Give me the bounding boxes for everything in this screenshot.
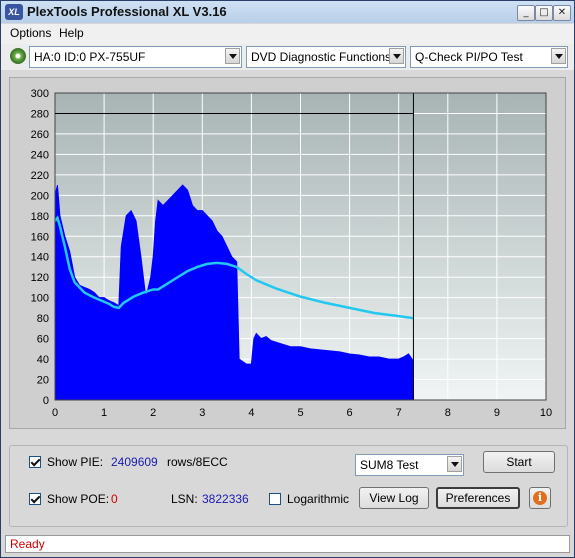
test-select[interactable]: Q-Check PI/PO Test <box>410 46 568 68</box>
x-tick-label: 0 <box>52 407 58 419</box>
info-icon: i <box>533 491 547 505</box>
y-tick-label: 140 <box>31 252 49 264</box>
x-tick-label: 5 <box>297 407 303 419</box>
options-panel: Show PIE: 2409609 rows/8ECC SUM8 Test St… <box>9 445 568 529</box>
y-tick-label: 100 <box>31 293 49 305</box>
y-tick-label: 0 <box>43 395 49 407</box>
y-tick-label: 20 <box>37 375 49 387</box>
y-tick-label: 60 <box>37 334 49 346</box>
preferences-button[interactable]: Preferences <box>436 487 520 509</box>
lsn-value: 3822336 <box>202 492 249 506</box>
status-text: Ready <box>10 537 45 551</box>
drive-select-value: HA:0 ID:0 PX-755UF <box>34 50 146 64</box>
show-pie-label[interactable]: Show PIE: <box>47 455 103 469</box>
logarithmic-checkbox[interactable] <box>269 493 281 505</box>
x-axis-labels: 0 1 2 3 4 5 6 7 8 9 10 <box>52 407 552 419</box>
function-select-value: DVD Diagnostic Functions <box>251 50 392 64</box>
start-button[interactable]: Start <box>483 451 555 473</box>
app-logo-icon: XL <box>5 4 23 20</box>
x-tick-label: 4 <box>248 407 254 419</box>
y-tick-label: 120 <box>31 272 49 284</box>
disc-drive-icon <box>10 48 26 64</box>
function-select[interactable]: DVD Diagnostic Functions <box>246 46 406 68</box>
sum-test-select[interactable]: SUM8 Test <box>355 454 464 476</box>
maximize-icon[interactable]: □ <box>535 5 553 21</box>
y-axis-labels: 0 20 40 60 80 100 120 140 160 180 200 220 240 260 280 3… <box>31 88 49 407</box>
chevron-down-icon[interactable] <box>551 48 566 64</box>
x-tick-label: 8 <box>445 407 451 419</box>
view-log-button[interactable]: View Log <box>359 487 429 509</box>
x-tick-label: 9 <box>494 407 500 419</box>
x-tick-label: 1 <box>101 407 107 419</box>
x-tick-label: 3 <box>199 407 205 419</box>
pie-unit: rows/8ECC <box>167 455 228 469</box>
y-tick-label: 80 <box>37 313 49 325</box>
chevron-down-icon[interactable] <box>447 456 462 472</box>
chevron-down-icon[interactable] <box>225 48 240 64</box>
y-tick-label: 260 <box>31 129 49 141</box>
menu-help[interactable]: Help <box>59 26 84 40</box>
y-tick-label: 180 <box>31 211 49 223</box>
x-tick-label: 7 <box>396 407 402 419</box>
show-poe-label[interactable]: Show POE: <box>47 492 109 506</box>
chevron-down-icon[interactable] <box>389 48 404 64</box>
x-tick-label: 2 <box>150 407 156 419</box>
info-button[interactable]: i <box>529 487 551 509</box>
y-tick-label: 40 <box>37 354 49 366</box>
y-tick-label: 300 <box>31 88 49 100</box>
x-tick-label: 10 <box>540 407 552 419</box>
y-tick-label: 220 <box>31 170 49 182</box>
y-tick-label: 280 <box>31 108 49 120</box>
y-tick-label: 200 <box>31 190 49 202</box>
menu-options[interactable]: Options <box>10 26 51 40</box>
menu-bar: Options Help <box>1 24 574 44</box>
drive-select[interactable]: HA:0 ID:0 PX-755UF <box>29 46 242 68</box>
close-icon[interactable]: ✕ <box>553 5 571 21</box>
x-tick-label: 6 <box>347 407 353 419</box>
window-title: PlexTools Professional XL V3.16 <box>27 4 227 19</box>
app-window: XL PlexTools Professional XL V3.16 _ □ ✕… <box>0 0 575 558</box>
test-select-value: Q-Check PI/PO Test <box>415 50 523 64</box>
y-tick-label: 160 <box>31 231 49 243</box>
show-poe-checkbox[interactable] <box>29 493 41 505</box>
lsn-label: LSN: <box>171 492 198 506</box>
poe-value: 0 <box>111 492 118 506</box>
y-tick-label: 240 <box>31 149 49 161</box>
pie-value: 2409609 <box>111 455 158 469</box>
minimize-icon[interactable]: _ <box>517 5 535 21</box>
toolbar: HA:0 ID:0 PX-755UF DVD Diagnostic Functi… <box>1 44 574 70</box>
show-pie-checkbox[interactable] <box>29 456 41 468</box>
title-bar[interactable]: XL PlexTools Professional XL V3.16 _ □ ✕ <box>1 1 574 23</box>
pie-po-chart: 0204060801001201401601802002202402602803… <box>31 88 552 419</box>
logarithmic-label[interactable]: Logarithmic <box>287 492 349 506</box>
chart-panel: 0 20 40 60 80 100 120 140 160 180 200 220 240 260 280 3… <box>9 77 566 429</box>
status-bar: Ready <box>5 535 570 553</box>
sum-test-value: SUM8 Test <box>360 458 419 472</box>
